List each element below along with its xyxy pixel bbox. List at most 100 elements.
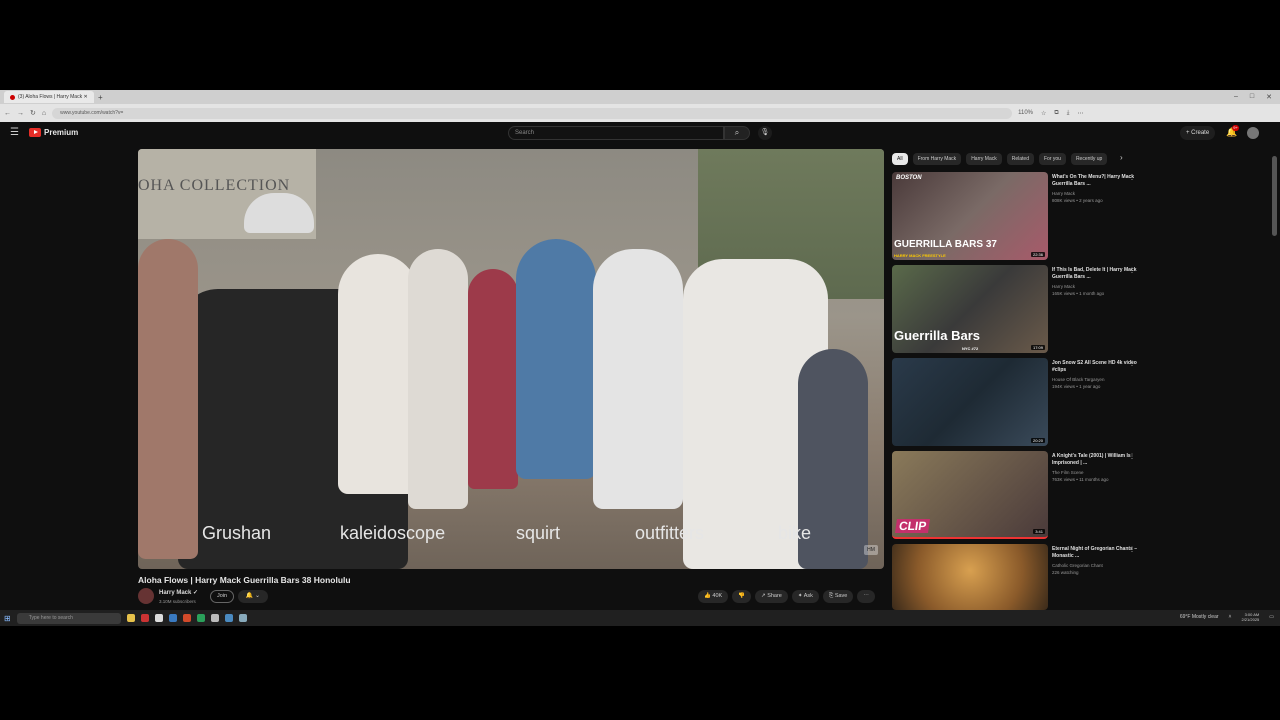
- subtitle-word: bike: [778, 523, 812, 543]
- channel-name-label: Harry Mack: [159, 590, 192, 596]
- microphone-icon[interactable]: 🎙: [758, 126, 772, 140]
- youtube-page: ☰ Premium Search ⌕ 🎙 + Create 🔔 9+ OHA C…: [0, 122, 1280, 616]
- ask-label: Ask: [803, 593, 813, 599]
- settings-icon[interactable]: [210, 614, 219, 622]
- file-explorer-icon[interactable]: [126, 614, 135, 622]
- subtitle-word: Grushan: [202, 523, 272, 543]
- recommendation-item[interactable]: CLIP 3:41 A Knight's Tale (2001) | Willi…: [892, 451, 1272, 541]
- chevron-right-icon[interactable]: ›: [1120, 153, 1123, 162]
- hamburger-menu-icon[interactable]: ☰: [10, 127, 19, 138]
- app-icon[interactable]: [196, 614, 205, 622]
- recommendation-item[interactable]: Eternal Night of Gregorian Chants – Mona…: [892, 544, 1272, 612]
- more-options-icon[interactable]: ⋮: [1129, 360, 1135, 367]
- address-bar-row: ← → ↻ ⌂ www.youtube.com/watch?v= 110% ☆ …: [0, 104, 1280, 122]
- page-scrollbar[interactable]: [1272, 156, 1277, 236]
- create-button[interactable]: + Create: [1180, 126, 1216, 140]
- recommendation-channel[interactable]: The Film Scene: [1052, 470, 1084, 475]
- back-icon[interactable]: ←: [4, 110, 11, 117]
- youtube-logo[interactable]: Premium: [29, 128, 78, 137]
- notepad-icon[interactable]: [154, 614, 163, 622]
- extensions-icon[interactable]: ⧉: [1054, 110, 1058, 117]
- dislike-button[interactable]: 👎: [732, 590, 752, 603]
- taskbar-search-input[interactable]: Type here to search: [16, 612, 121, 624]
- more-icon[interactable]: ⋯: [1077, 110, 1083, 117]
- recommendation-channel[interactable]: Harry Mack: [1052, 191, 1075, 196]
- like-count: 40K: [712, 593, 723, 599]
- app-icon[interactable]: [224, 614, 233, 622]
- weather-widget[interactable]: 69°F Mostly clear: [1180, 614, 1219, 620]
- minimize-icon[interactable]: –: [1234, 93, 1238, 101]
- more-options-icon[interactable]: ⋮: [1129, 453, 1135, 460]
- channel-watermark-icon[interactable]: HM: [864, 545, 878, 555]
- close-window-icon[interactable]: ✕: [1266, 93, 1272, 101]
- reload-icon[interactable]: ↻: [30, 109, 36, 117]
- thumbnail[interactable]: Guerrilla Bars NYC #72 17:09: [892, 265, 1048, 353]
- search-input[interactable]: Search: [508, 126, 724, 140]
- subtitle-word: squirt: [516, 523, 561, 543]
- home-icon[interactable]: ⌂: [42, 110, 46, 117]
- calculator-icon[interactable]: [238, 614, 247, 622]
- channel-name[interactable]: Harry Mack ✓: [159, 589, 198, 596]
- more-actions-icon[interactable]: ⋯: [857, 590, 875, 603]
- thumbnail[interactable]: [892, 544, 1048, 610]
- browser-icon[interactable]: [140, 614, 149, 622]
- more-options-icon[interactable]: ⋮: [1129, 267, 1135, 274]
- browser-tab[interactable]: (3) Aloha Flows | Harry Mack ✕: [4, 91, 94, 103]
- recommendation-item[interactable]: BOSTON GUERRILLA BARS 37 HARRY MACK FREE…: [892, 172, 1272, 262]
- thumbnail[interactable]: BOSTON GUERRILLA BARS 37 HARRY MACK FREE…: [892, 172, 1048, 260]
- notification-center-icon[interactable]: ▭: [1269, 614, 1274, 620]
- maximize-icon[interactable]: □: [1250, 93, 1254, 101]
- system-tray: 69°F Mostly clear ˄ 3:00 AM 2/21/2025 ▭: [1180, 612, 1274, 622]
- window-controls: – □ ✕: [1234, 93, 1280, 101]
- recommendation-item[interactable]: 20:20 Jon Snow S2 All Scene HD 4k video …: [892, 358, 1272, 448]
- thumbs-up-icon: 👍: [704, 593, 711, 599]
- url-field[interactable]: www.youtube.com/watch?v=: [52, 107, 1013, 119]
- recommendation-channel[interactable]: Harry Mack: [1052, 284, 1075, 289]
- like-button[interactable]: 👍 40K: [698, 590, 729, 603]
- tray-chevron-icon[interactable]: ˄: [1229, 614, 1232, 620]
- recommendation-channel[interactable]: Catholic Gregorian Chant: [1052, 563, 1103, 568]
- chip-all[interactable]: All: [892, 153, 908, 165]
- browser-tab-bar: (3) Aloha Flows | Harry Mack ✕ + – □ ✕: [0, 90, 1280, 104]
- clock[interactable]: 3:00 AM 2/21/2025: [1241, 612, 1259, 622]
- video-person: [593, 249, 683, 509]
- windows-start-icon[interactable]: ⊞: [4, 614, 11, 623]
- recommendation-meta: 194K views • 1 year ago: [1052, 384, 1101, 389]
- search-icon[interactable]: ⌕: [724, 126, 750, 140]
- ask-button[interactable]: ✦ Ask: [791, 590, 819, 603]
- join-button[interactable]: Join: [210, 590, 234, 603]
- app-icon[interactable]: [182, 614, 191, 622]
- video-person: [516, 239, 596, 479]
- thumbnail[interactable]: CLIP 3:41: [892, 451, 1048, 539]
- save-button[interactable]: ⎘ Save: [822, 590, 854, 603]
- thumbnail-corner-text: BOSTON: [896, 175, 922, 181]
- clock-date: 2/21/2025: [1241, 617, 1260, 622]
- chip-related[interactable]: Related: [1006, 153, 1034, 165]
- more-options-icon[interactable]: ⋮: [1129, 546, 1135, 553]
- recommendation-meta: 226 watching: [1052, 570, 1079, 575]
- chip-from-harry-mack[interactable]: From Harry Mack: [912, 153, 962, 165]
- more-options-icon[interactable]: ⋮: [1129, 174, 1135, 181]
- chip-for-you[interactable]: For you: [1038, 153, 1066, 165]
- video-sign-text: OHA COLLECTION: [138, 177, 291, 194]
- video-person: [468, 269, 518, 489]
- subscribed-button[interactable]: 🔔 ⌄: [238, 590, 268, 603]
- zoom-level[interactable]: 110%: [1018, 110, 1033, 117]
- favorite-icon[interactable]: ☆: [1041, 110, 1046, 117]
- share-button[interactable]: ↗ Share: [755, 590, 788, 603]
- account-avatar[interactable]: [1247, 127, 1259, 139]
- new-tab-icon[interactable]: +: [98, 93, 103, 102]
- video-actions: 👍 40K 👎 ↗ Share ✦ Ask ⎘ Save ⋯: [698, 590, 875, 603]
- thumbnail[interactable]: 20:20: [892, 358, 1048, 446]
- video-player[interactable]: OHA COLLECTION Grushan kaleidoscope squi…: [138, 149, 884, 569]
- windows-taskbar: ⊞ Type here to search 69°F Mostly clear …: [0, 610, 1280, 626]
- chip-harry-mack[interactable]: Harry Mack: [966, 153, 1002, 165]
- chip-recently-uploaded[interactable]: Recently up: [1070, 153, 1108, 165]
- premium-label: Premium: [44, 128, 79, 137]
- downloads-icon[interactable]: ⤓: [1067, 110, 1070, 117]
- recommendation-item[interactable]: Guerrilla Bars NYC #72 17:09 If This Is …: [892, 265, 1272, 355]
- recommendation-channel[interactable]: House Of Black Targaryen: [1052, 377, 1104, 382]
- forward-icon[interactable]: →: [17, 110, 24, 117]
- channel-avatar[interactable]: [138, 588, 154, 604]
- steam-icon[interactable]: [168, 614, 177, 622]
